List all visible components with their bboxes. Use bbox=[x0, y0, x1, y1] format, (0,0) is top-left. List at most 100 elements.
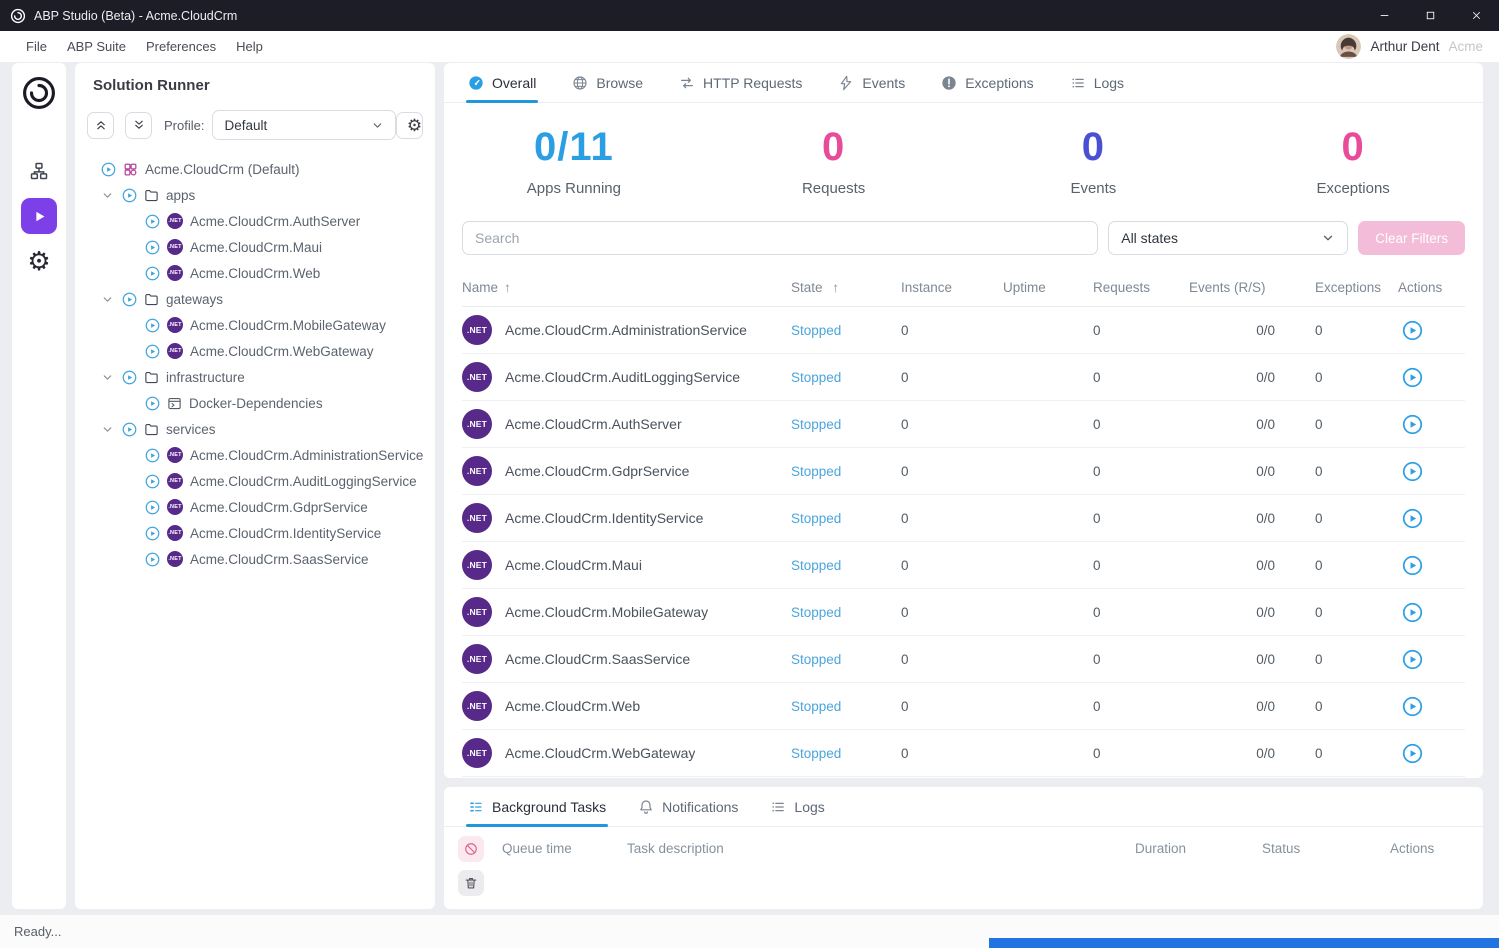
table-row[interactable]: .NET Acme.CloudCrm.AuthServer Stopped 0 … bbox=[462, 401, 1465, 448]
sort-asc-icon[interactable]: ↑ bbox=[832, 280, 839, 295]
column-header-name[interactable]: Name ↑ bbox=[462, 280, 791, 295]
stat-label: Exceptions bbox=[1223, 180, 1483, 197]
play-circle-icon[interactable] bbox=[145, 448, 160, 463]
column-header-uptime[interactable]: Uptime bbox=[1003, 280, 1093, 295]
menu-preferences[interactable]: Preferences bbox=[136, 31, 226, 62]
dotnet-icon: .NET bbox=[167, 239, 183, 255]
play-circle-icon[interactable] bbox=[145, 526, 160, 541]
tab-bottom-logs[interactable]: Logs bbox=[768, 787, 826, 826]
start-service-button[interactable] bbox=[1402, 320, 1423, 341]
table-row[interactable]: .NET Acme.CloudCrm.SaasService Stopped 0… bbox=[462, 636, 1465, 683]
tree-leaf-auditloggingservice[interactable]: .NET Acme.CloudCrm.AuditLoggingService bbox=[83, 468, 427, 494]
play-circle-icon[interactable] bbox=[122, 292, 137, 307]
state-filter-select[interactable]: All states bbox=[1108, 221, 1348, 255]
table-row[interactable]: .NET Acme.CloudCrm.IdentityService Stopp… bbox=[462, 495, 1465, 542]
tree-leaf-mobilegateway[interactable]: .NET Acme.CloudCrm.MobileGateway bbox=[83, 312, 427, 338]
start-service-button[interactable] bbox=[1402, 555, 1423, 576]
play-circle-icon[interactable] bbox=[145, 266, 160, 281]
tree-leaf-identityservice[interactable]: .NET Acme.CloudCrm.IdentityService bbox=[83, 520, 427, 546]
start-service-button[interactable] bbox=[1402, 649, 1423, 670]
avatar[interactable] bbox=[1336, 34, 1361, 59]
play-circle-icon[interactable] bbox=[145, 344, 160, 359]
play-circle-icon[interactable] bbox=[145, 240, 160, 255]
clear-tasks-button[interactable] bbox=[458, 870, 484, 896]
tree-leaf-gdprservice[interactable]: .NET Acme.CloudCrm.GdprService bbox=[83, 494, 427, 520]
tree-leaf-maui[interactable]: .NET Acme.CloudCrm.Maui bbox=[83, 234, 427, 260]
collapse-all-button[interactable] bbox=[87, 112, 114, 139]
sort-asc-icon[interactable]: ↑ bbox=[504, 280, 511, 295]
tree-group-gateways[interactable]: gateways bbox=[83, 286, 427, 312]
chevron-down-icon[interactable] bbox=[101, 371, 114, 384]
start-service-button[interactable] bbox=[1402, 508, 1423, 529]
clear-filters-button[interactable]: Clear Filters bbox=[1358, 221, 1465, 255]
search-input[interactable] bbox=[462, 221, 1098, 255]
background-tasks-panel: Background Tasks Notifications Logs bbox=[444, 787, 1483, 909]
tree-group-infrastructure[interactable]: infrastructure bbox=[83, 364, 427, 390]
solution-runner-button[interactable] bbox=[21, 198, 57, 234]
tree-leaf-administrationservice[interactable]: .NET Acme.CloudCrm.AdministrationService bbox=[83, 442, 427, 468]
start-service-button[interactable] bbox=[1402, 414, 1423, 435]
tab-logs[interactable]: Logs bbox=[1068, 63, 1126, 102]
tab-overall[interactable]: Overall bbox=[466, 63, 538, 102]
start-service-button[interactable] bbox=[1402, 696, 1423, 717]
play-circle-icon[interactable] bbox=[122, 370, 137, 385]
table-row[interactable]: .NET Acme.CloudCrm.Web Stopped 0 0 0/0 0 bbox=[462, 683, 1465, 730]
start-service-button[interactable] bbox=[1402, 461, 1423, 482]
table-row[interactable]: .NET Acme.CloudCrm.WebGateway Stopped 0 … bbox=[462, 730, 1465, 777]
column-header-exceptions[interactable]: Exceptions bbox=[1315, 280, 1398, 295]
chevron-down-icon[interactable] bbox=[101, 423, 114, 436]
tab-http-requests[interactable]: HTTP Requests bbox=[677, 63, 804, 102]
tree-leaf-webgateway[interactable]: .NET Acme.CloudCrm.WebGateway bbox=[83, 338, 427, 364]
service-name: Acme.CloudCrm.SaasService bbox=[505, 651, 690, 667]
tree-item-solution-root[interactable]: Acme.CloudCrm (Default) bbox=[83, 156, 427, 182]
play-circle-icon[interactable] bbox=[122, 188, 137, 203]
start-service-button[interactable] bbox=[1402, 602, 1423, 623]
table-row[interactable]: .NET Acme.CloudCrm.AuditLoggingService S… bbox=[462, 354, 1465, 401]
play-circle-icon[interactable] bbox=[122, 422, 137, 437]
tree-group-services[interactable]: services bbox=[83, 416, 427, 442]
profile-settings-button[interactable]: ⚙ bbox=[396, 112, 423, 139]
profile-select[interactable]: Default bbox=[212, 110, 396, 140]
table-row[interactable]: .NET Acme.CloudCrm.Maui Stopped 0 0 0/0 … bbox=[462, 542, 1465, 589]
play-circle-icon[interactable] bbox=[145, 474, 160, 489]
play-circle-icon[interactable] bbox=[145, 396, 160, 411]
chevron-down-icon[interactable] bbox=[101, 189, 114, 202]
column-header-requests[interactable]: Requests bbox=[1093, 280, 1189, 295]
start-service-button[interactable] bbox=[1402, 743, 1423, 764]
tree-leaf-authserver[interactable]: .NET Acme.CloudCrm.AuthServer bbox=[83, 208, 427, 234]
tree-leaf-docker-dependencies[interactable]: Docker-Dependencies bbox=[83, 390, 427, 416]
maximize-button[interactable] bbox=[1407, 0, 1453, 31]
tab-browse[interactable]: Browse bbox=[570, 63, 645, 102]
tree-group-apps[interactable]: apps bbox=[83, 182, 427, 208]
column-header-state[interactable]: State ↑ bbox=[791, 280, 901, 295]
table-row[interactable]: .NET Acme.CloudCrm.MobileGateway Stopped… bbox=[462, 589, 1465, 636]
menu-abp-suite[interactable]: ABP Suite bbox=[57, 31, 136, 62]
play-circle-icon[interactable] bbox=[101, 162, 116, 177]
play-circle-icon[interactable] bbox=[145, 318, 160, 333]
column-header-instance[interactable]: Instance bbox=[901, 280, 1003, 295]
tab-exceptions[interactable]: Exceptions bbox=[939, 63, 1035, 102]
minimize-button[interactable] bbox=[1361, 0, 1407, 31]
user-area[interactable]: Arthur Dent Acme bbox=[1336, 34, 1483, 59]
play-circle-icon[interactable] bbox=[145, 552, 160, 567]
expand-all-button[interactable] bbox=[125, 112, 152, 139]
table-row[interactable]: .NET Acme.CloudCrm.GdprService Stopped 0… bbox=[462, 448, 1465, 495]
menu-file[interactable]: File bbox=[16, 31, 57, 62]
table-row[interactable]: .NET Acme.CloudCrm.AdministrationService… bbox=[462, 307, 1465, 354]
tab-background-tasks[interactable]: Background Tasks bbox=[466, 787, 608, 826]
column-header-actions[interactable]: Actions bbox=[1398, 280, 1465, 295]
solution-explorer-button[interactable] bbox=[21, 153, 57, 189]
tree-leaf-web[interactable]: .NET Acme.CloudCrm.Web bbox=[83, 260, 427, 286]
cancel-tasks-button[interactable] bbox=[458, 836, 484, 862]
start-service-button[interactable] bbox=[1402, 367, 1423, 388]
play-circle-icon[interactable] bbox=[145, 500, 160, 515]
close-button[interactable] bbox=[1453, 0, 1499, 31]
tab-notifications[interactable]: Notifications bbox=[636, 787, 740, 826]
column-header-events[interactable]: Events (R/S) bbox=[1189, 280, 1315, 295]
tab-events[interactable]: Events bbox=[836, 63, 907, 102]
menu-help[interactable]: Help bbox=[226, 31, 273, 62]
chevron-down-icon[interactable] bbox=[101, 293, 114, 306]
play-circle-icon[interactable] bbox=[145, 214, 160, 229]
tree-leaf-saasservice[interactable]: .NET Acme.CloudCrm.SaasService bbox=[83, 546, 427, 572]
settings-button[interactable]: ⚙ bbox=[21, 243, 57, 279]
